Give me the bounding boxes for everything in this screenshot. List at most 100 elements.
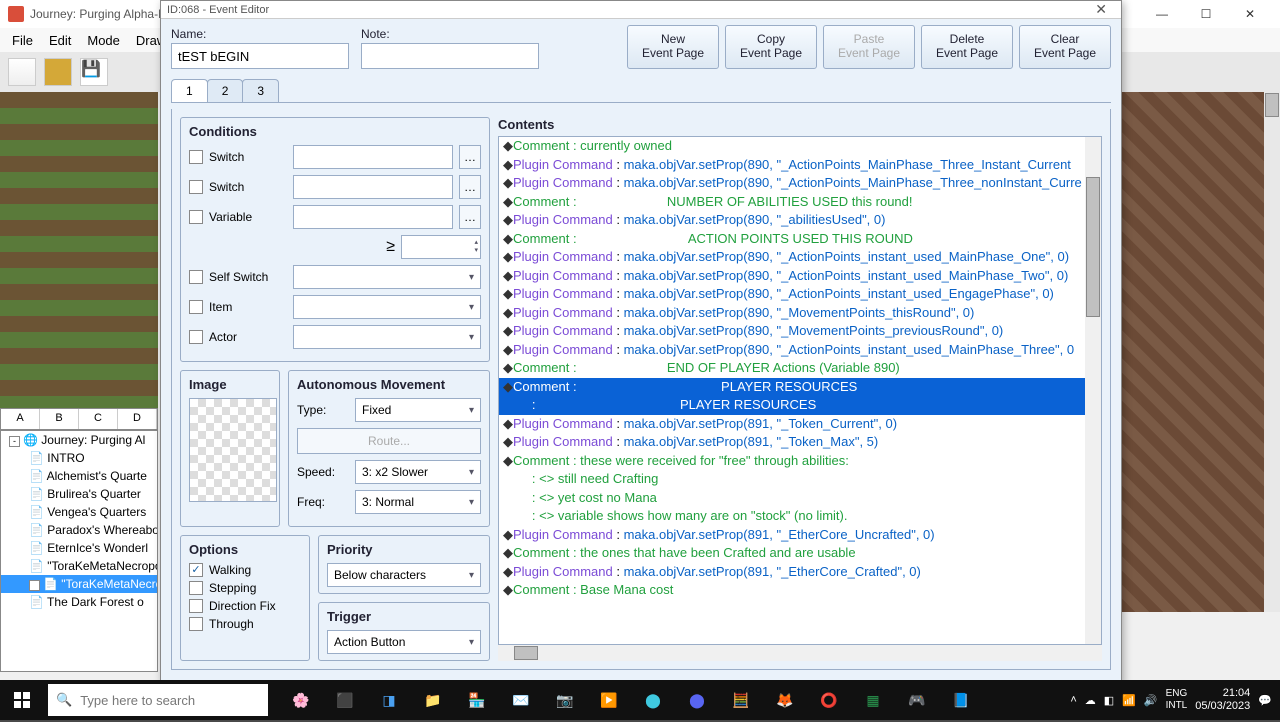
- content-line[interactable]: ◆Plugin Command : maka.objVar.setProp(89…: [499, 156, 1101, 175]
- page-tab-1[interactable]: 1: [171, 79, 208, 102]
- app-icon-15[interactable]: 🎮: [896, 680, 938, 720]
- tray-cloud-icon[interactable]: ☁: [1085, 694, 1096, 707]
- menu-edit[interactable]: Edit: [49, 33, 71, 48]
- clear-page-button[interactable]: ClearEvent Page: [1019, 25, 1111, 69]
- cond-drop-3[interactable]: [293, 265, 481, 289]
- contents-h-scrollbar[interactable]: [498, 645, 1102, 661]
- app-icon-14[interactable]: ▦: [852, 680, 894, 720]
- content-line[interactable]: ◆Plugin Command : maka.objVar.setProp(89…: [499, 304, 1101, 323]
- tray-notifications-icon[interactable]: 💬: [1258, 694, 1272, 707]
- tray-app-icon[interactable]: ◧: [1104, 694, 1114, 707]
- content-line[interactable]: ◆Comment : these were received for "free…: [499, 452, 1101, 471]
- freq-select[interactable]: 3: Normal: [355, 490, 481, 514]
- map-tree-node[interactable]: 📄 "ToraKeMetaNecropo: [1, 557, 157, 575]
- app-icon-7[interactable]: 📷: [544, 680, 586, 720]
- map-tree[interactable]: -🌐 Journey: Purging Al📄 INTRO📄 Alchemist…: [0, 430, 158, 672]
- dialog-titlebar[interactable]: ID:068 - Event Editor ✕: [161, 1, 1121, 19]
- content-line[interactable]: ◆Plugin Command : maka.objVar.setProp(89…: [499, 267, 1101, 286]
- cond-field-2[interactable]: [293, 205, 453, 229]
- tileset-tab-a[interactable]: A: [1, 409, 40, 429]
- note-input[interactable]: [361, 43, 539, 69]
- menu-mode[interactable]: Mode: [87, 33, 120, 48]
- new-icon[interactable]: [8, 58, 36, 86]
- app-icon-12[interactable]: 🦊: [764, 680, 806, 720]
- app-icon-9[interactable]: ⬤: [632, 680, 674, 720]
- content-line[interactable]: : <> still need Crafting: [499, 470, 1101, 489]
- tray-wifi-icon[interactable]: 📶: [1122, 694, 1136, 707]
- taskbar-search[interactable]: 🔍 Type here to search: [48, 684, 268, 716]
- type-select[interactable]: Fixed: [355, 398, 481, 422]
- maximize-button[interactable]: ☐: [1184, 0, 1228, 28]
- map-tree-node[interactable]: 📄 Brulirea's Quarter: [1, 485, 157, 503]
- content-line[interactable]: : PLAYER RESOURCES: [499, 396, 1101, 415]
- dialog-close-icon[interactable]: ✕: [1087, 1, 1115, 18]
- tileset-tab-c[interactable]: C: [79, 409, 118, 429]
- content-line[interactable]: ◆Plugin Command : maka.objVar.setProp(89…: [499, 285, 1101, 304]
- content-line[interactable]: ◆Comment : currently owned: [499, 137, 1101, 156]
- cond-check-3[interactable]: [189, 270, 203, 284]
- content-line[interactable]: ◆Plugin Command : maka.objVar.setProp(89…: [499, 563, 1101, 582]
- page-tab-3[interactable]: 3: [242, 79, 279, 102]
- page-tab-2[interactable]: 2: [207, 79, 244, 102]
- cond-field-1[interactable]: [293, 175, 453, 199]
- opt-check-2[interactable]: [189, 599, 203, 613]
- content-line[interactable]: ◆Plugin Command : maka.objVar.setProp(89…: [499, 433, 1101, 452]
- content-line[interactable]: ◆Comment : NUMBER OF ABILITIES USED this…: [499, 193, 1101, 212]
- content-line[interactable]: ◆Comment : the ones that have been Craft…: [499, 544, 1101, 563]
- map-tree-node[interactable]: 📄 EternIce's Wonderl: [1, 539, 157, 557]
- close-button[interactable]: ✕: [1228, 0, 1272, 28]
- save-icon[interactable]: 💾: [80, 58, 108, 86]
- speed-select[interactable]: 3: x2 Slower: [355, 460, 481, 484]
- tray-volume-icon[interactable]: 🔊: [1144, 694, 1158, 707]
- map-scrollbar[interactable]: [1264, 92, 1280, 612]
- map-canvas[interactable]: [1120, 92, 1280, 612]
- app-icon-10[interactable]: ⬤: [676, 680, 718, 720]
- cond-check-5[interactable]: [189, 330, 203, 344]
- tray-language[interactable]: ENG INTL: [1166, 688, 1188, 712]
- opt-check-3[interactable]: [189, 617, 203, 631]
- delete-page-button[interactable]: DeleteEvent Page: [921, 25, 1013, 69]
- contents-v-scrollbar[interactable]: [1085, 137, 1101, 644]
- tray-clock[interactable]: 21:04 05/03/2023: [1195, 687, 1250, 713]
- map-tree-node[interactable]: 📄 INTRO: [1, 449, 157, 467]
- map-tree-node[interactable]: -🌐 Journey: Purging Al: [1, 431, 157, 449]
- map-tree-node[interactable]: 📄 The Dark Forest o: [1, 593, 157, 611]
- map-tree-node[interactable]: 📄 Alchemist's Quarte: [1, 467, 157, 485]
- content-line[interactable]: ◆Plugin Command : maka.objVar.setProp(89…: [499, 526, 1101, 545]
- app-icon-4[interactable]: 📁: [412, 680, 454, 720]
- map-tree-node[interactable]: 📄 Vengea's Quarters: [1, 503, 157, 521]
- map-tree-node[interactable]: 📄 Paradox's Whereabo: [1, 521, 157, 539]
- content-line[interactable]: ◆Comment : PLAYER RESOURCES: [499, 378, 1101, 397]
- content-line[interactable]: ◆Plugin Command : maka.objVar.setProp(89…: [499, 211, 1101, 230]
- app-icon-6[interactable]: ✉️: [500, 680, 542, 720]
- new-page-button[interactable]: NewEvent Page: [627, 25, 719, 69]
- app-icon-5[interactable]: 🏪: [456, 680, 498, 720]
- cond-browse-0[interactable]: …: [459, 145, 481, 169]
- map-tree-node[interactable]: -📄 "ToraKeMetaNecropo: [1, 575, 157, 593]
- opt-check-0[interactable]: [189, 563, 203, 577]
- app-icon-11[interactable]: 🧮: [720, 680, 762, 720]
- variable-value-spin[interactable]: [401, 235, 481, 259]
- trigger-select[interactable]: Action Button: [327, 630, 481, 654]
- app-icon-8[interactable]: ▶️: [588, 680, 630, 720]
- content-line[interactable]: ◆Comment : Base Mana cost: [499, 581, 1101, 600]
- cond-check-0[interactable]: [189, 150, 203, 164]
- content-line[interactable]: : <> yet cost no Mana: [499, 489, 1101, 508]
- cond-browse-2[interactable]: …: [459, 205, 481, 229]
- app-icon-16[interactable]: 📘: [940, 680, 982, 720]
- content-line[interactable]: : <> variable shows how many are on "sto…: [499, 507, 1101, 526]
- cond-drop-4[interactable]: [293, 295, 481, 319]
- menu-file[interactable]: File: [12, 33, 33, 48]
- minimize-button[interactable]: —: [1140, 0, 1184, 28]
- cond-check-4[interactable]: [189, 300, 203, 314]
- cond-field-0[interactable]: [293, 145, 453, 169]
- app-icon-2[interactable]: ⬛: [324, 680, 366, 720]
- name-input[interactable]: [171, 43, 349, 69]
- content-line[interactable]: ◆Plugin Command : maka.objVar.setProp(89…: [499, 341, 1101, 360]
- cond-check-1[interactable]: [189, 180, 203, 194]
- tray-chevron-icon[interactable]: ˄: [1070, 694, 1076, 706]
- app-icon-13[interactable]: ⭕: [808, 680, 850, 720]
- image-preview[interactable]: [189, 398, 277, 502]
- content-line[interactable]: ◆Plugin Command : maka.objVar.setProp(89…: [499, 322, 1101, 341]
- content-line[interactable]: ◆Plugin Command : maka.objVar.setProp(89…: [499, 248, 1101, 267]
